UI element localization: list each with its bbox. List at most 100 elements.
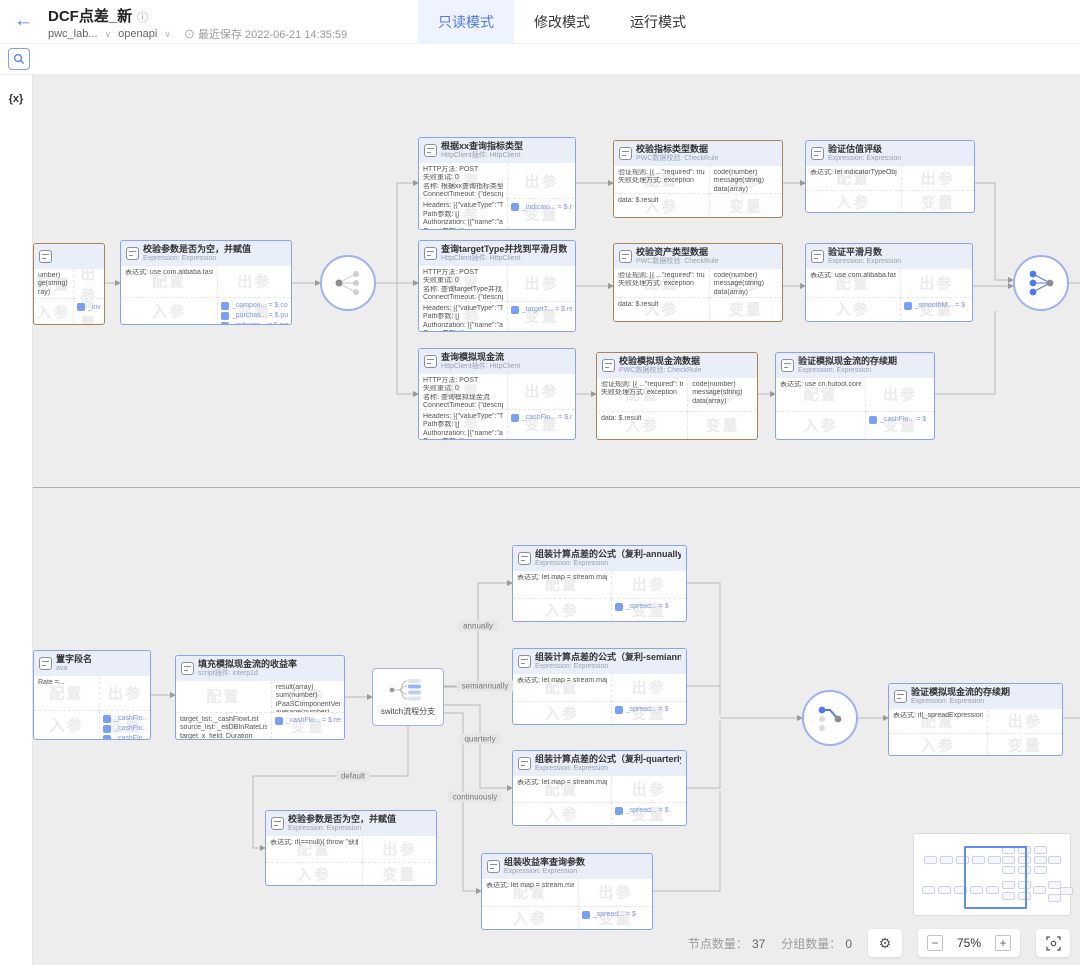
node-header: 根据xx查询指标类型 HttpClient插件: HttpClient [419,138,575,163]
node-body: 配置验证规则: [{ ..."required": tru...失败处理方式: … [597,378,757,439]
flow-node[interactable]: 验证模拟现金流的存续期 Expression: Expression 配置表达式… [775,352,935,440]
node-title: 校验参数是否为空，并赋值 [288,814,396,825]
settings-button[interactable]: ⚙ [868,929,902,957]
checkrule-icon [619,250,632,263]
variable-icon [511,203,519,211]
flow-node[interactable]: 校验资产类型数据 PWC数据校验: CheckRule 配置验证规则: [{ .… [613,243,783,322]
variable-icon [221,302,229,310]
node-subtitle: Expression: Expression [535,560,681,568]
flow-node[interactable]: 组装计算点差的公式（复利-annually） Expression: Expre… [512,545,687,622]
edge-label: quarterly [459,734,500,745]
tab-edit-mode[interactable]: 修改模式 [514,0,610,44]
flow-node[interactable]: 校验参数是否为空，并赋值 Expression: Expression 配置表达… [120,240,292,325]
info-icon[interactable]: ⓘ [137,12,148,24]
quadrant-config: 配置表达式: let map = stream.map()... [482,879,579,907]
variable-tag: _purchas... = $.purchase... [221,312,288,320]
variable-tag: _compou... = $.compoun... [221,302,288,310]
node-title: 置字段名 [56,654,92,665]
variable-tag: _spread... = $ [615,807,683,815]
quadrant-vars: 变量 [363,863,436,885]
flow-node[interactable]: 校验模拟现金流数据 PWC数据校验: CheckRule 配置验证规则: [{ … [596,352,758,440]
node-subtitle: HttpClient插件: HttpClient [441,363,520,371]
node-subtitle: Expression: Expression [798,367,897,375]
flow-node[interactable]: 组装计算点差的公式（复利-semiannually） Expression: E… [512,648,687,725]
flow-node[interactable]: 验证模拟现金流的存续期 Expression: Expression 配置表达式… [888,683,1063,756]
fit-view-button[interactable] [1036,929,1070,957]
node-subtitle: PWC数据校验: CheckRule [636,258,718,266]
minimap-viewport[interactable] [964,846,1027,909]
flow-node[interactable]: 验证估值评级 Expression: Expression 配置表达式: let… [805,140,975,213]
expression-icon [39,657,52,670]
node-header: 查询targetType并找到平滑月数 HttpClient插件: HttpCl… [419,241,575,266]
node-body: 配置HTTP方法: POST失败重试: 0名称: 查询模拟现金流ConnectT… [419,374,575,439]
variable-tag: _cashFlo... = $ [869,416,931,424]
quadrant-vars: 变量 [988,734,1062,755]
flow-node[interactable]: 校验指标类型数据 PWC数据校验: CheckRule 配置验证规则: [{ .… [613,140,783,218]
flow-node[interactable]: 查询targetType并找到平滑月数 HttpClient插件: HttpCl… [418,240,576,332]
node-header: 验证模拟现金流的存续期 Expression: Expression [889,684,1062,709]
flow-node[interactable]: 根据xx查询指标类型 HttpClient插件: HttpClient 配置HT… [418,137,576,230]
variable-icon [77,303,85,311]
trace-gateway-node[interactable] [802,690,858,746]
variable-icon [103,725,111,733]
merge-gateway-node[interactable] [1013,255,1069,311]
quadrant-config: 配置表达式: let map = stream.map()... [513,571,612,599]
variable-tag: _cashFlo... = TotalCashF... [103,725,147,733]
flow-node[interactable]: 组装收益率查询参数 Expression: Expression 配置表达式: … [481,853,653,930]
flow-node[interactable]: 验证平滑月数 Expression: Expression 配置表达式: use… [805,243,973,322]
minimap-node [922,886,935,894]
env-select[interactable]: openapi [118,28,157,40]
breadcrumb: pwc_lab... ∨ openapi ∨ ⊙ 最近保存 2022-06-21… [48,26,347,42]
quadrant-vars: 变量_targetT... = $.result.data [508,302,575,331]
variable-tag: _investm... = _investm... [77,303,101,311]
flow-node[interactable]: 组装计算点差的公式（复利-quarterly） Expression: Expr… [512,750,687,826]
node-header: 验证估值评级 Expression: Expression [806,141,974,166]
node-subtitle: ava [56,665,92,673]
quadrant-output: 出参code(number)message(string)data(array) [710,166,782,194]
split-gateway-node[interactable] [320,255,376,311]
expression-icon [487,860,500,873]
node-body: 配置表达式: use com.alibaba.fastjson... 出参 入参… [121,266,291,324]
edge-label: semiannually [457,681,514,692]
node-header: 组装收益率查询参数 Expression: Expression [482,854,652,879]
fit-view-icon [1046,936,1061,951]
node-header: 校验模拟现金流数据 PWC数据校验: CheckRule [597,353,757,378]
node-body: 配置表达式: let map = stream.map()... 出参 入参 变… [513,776,686,825]
flow-node[interactable]: 置字段名 ava 配置Rate =... 出参 入参 变量_cashFlo...… [33,650,151,740]
switch-branch-node[interactable]: switch流程分支 [372,668,444,726]
flow-node[interactable]: 校验参数是否为空，并赋值 Expression: Expression 配置表达… [265,810,437,886]
flow-node[interactable]: 填充模拟现金流的收益率 script插件: interp1d 配置 出参resu… [175,655,345,740]
minimap[interactable] [913,833,1071,916]
quadrant-output: 出参 [612,674,686,702]
expression-icon [894,690,907,703]
node-subtitle: Expression: Expression [535,663,681,671]
node-title: 组装计算点差的公式（复利-quarterly） [535,754,681,765]
zoom-out-button[interactable]: − [927,935,943,951]
tab-run-mode[interactable]: 运行模式 [610,0,706,44]
variable-icon [511,414,519,422]
flow-node[interactable]: 查询模拟现金流 HttpClient插件: HttpClient 配置HTTP方… [418,348,576,440]
expression-icon [518,655,531,668]
checkrule-icon [619,147,632,160]
quadrant-input: 入参 [34,711,100,739]
back-arrow-icon[interactable]: ← [14,10,33,32]
quadrant-vars: 变量_spread... = $ [612,702,686,725]
zoom-in-button[interactable]: + [995,935,1011,951]
flow-canvas[interactable]: 节点数量：37 分组数量：0 ⚙ − 75% + annuallysemiann… [33,75,1080,965]
mode-tabs: 只读模式 修改模式 运行模式 [418,0,706,44]
node-subtitle: script插件: interp1d [198,670,297,678]
node-title: 填充模拟现金流的收益率 [198,659,297,670]
quadrant-input: 入参 [121,298,218,324]
expression-icon [811,250,824,263]
quadrant-output: 出参 [612,776,686,803]
quadrant-vars: 变量_cashFlo... = InterestRate_cashFlo... … [100,711,150,739]
flow-node[interactable]: 配置umber)ge(string)ray) 出参 入参 变量_investm.… [33,243,105,325]
node-title: 校验模拟现金流数据 [619,356,701,367]
tab-readonly-mode[interactable]: 只读模式 [418,0,514,44]
node-title: 验证模拟现金流的存续期 [911,687,1010,698]
variables-panel-icon[interactable]: {x} [0,93,32,105]
workspace-select[interactable]: pwc_lab... [48,28,98,40]
node-body: 配置HTTP方法: POST失败重试: 0名称: 根据xx查询指标类型Conne… [419,163,575,229]
search-button[interactable] [8,48,30,70]
minimap-node [1033,886,1046,894]
